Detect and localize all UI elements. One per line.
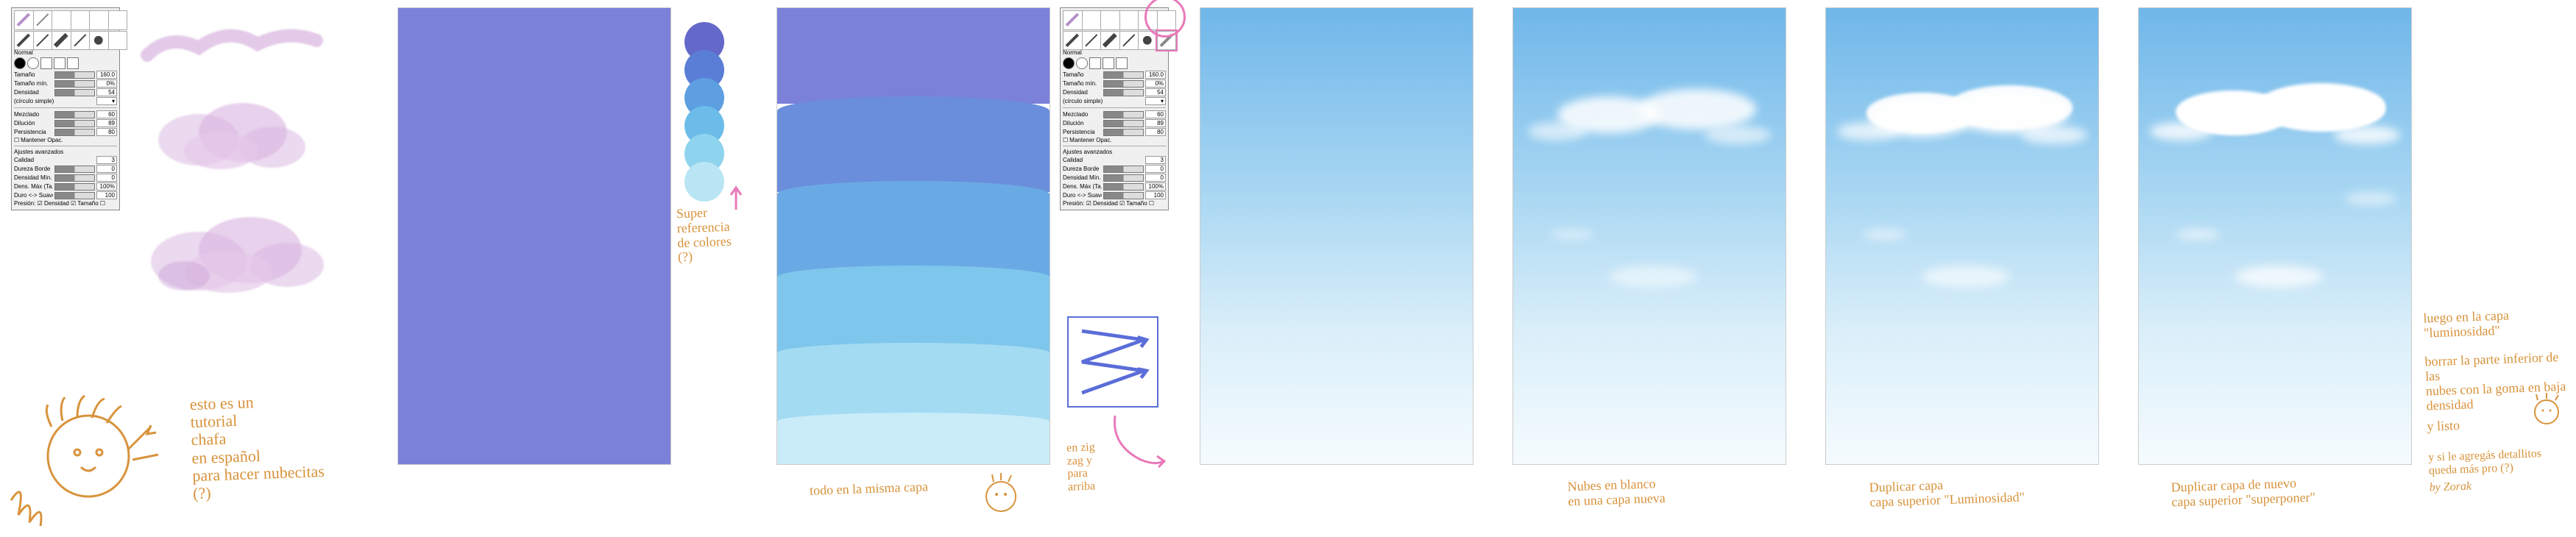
val-minsize[interactable]: 0% bbox=[96, 79, 117, 88]
slider-blend[interactable] bbox=[54, 111, 95, 118]
val-maxd[interactable]: 100% bbox=[96, 182, 117, 191]
brush-shape-circle[interactable] bbox=[14, 57, 26, 69]
chick-doodle-tiny bbox=[2524, 390, 2569, 427]
brush-preset[interactable] bbox=[33, 10, 53, 30]
lbl-keep: Mantener Opac. bbox=[21, 137, 117, 143]
lbl-q: Calidad bbox=[14, 157, 95, 163]
brush-settings-panel-2: Normal Tamaño160.0 Tamaño mín.0% Densida… bbox=[1060, 7, 1169, 210]
brush-shape[interactable] bbox=[40, 57, 52, 69]
lbl-density: Densidad bbox=[14, 89, 53, 96]
canvas-sky-clouds-3 bbox=[2138, 7, 2412, 465]
canvas-sky-clouds-2 bbox=[1825, 7, 2099, 465]
brush-preset[interactable] bbox=[108, 31, 128, 51]
arrow-curve-icon bbox=[1104, 408, 1170, 474]
brush-preset[interactable] bbox=[1063, 10, 1083, 30]
lbl-maxd: Dens. Máx (Ta...) bbox=[14, 183, 53, 190]
slider-pers[interactable] bbox=[54, 129, 95, 136]
swatch bbox=[684, 162, 724, 202]
annotation-final-2: y si le agregás detallitos queda más pro… bbox=[2428, 447, 2576, 495]
lbl-pers: Persistencia bbox=[14, 129, 53, 135]
slider-dil[interactable] bbox=[54, 120, 95, 127]
lbl-edge: Dureza Borde bbox=[14, 166, 53, 172]
slider-density[interactable] bbox=[54, 89, 95, 96]
brush-shape[interactable] bbox=[54, 57, 66, 69]
val-hs[interactable]: 100 bbox=[96, 191, 117, 199]
brush-preset[interactable] bbox=[1100, 31, 1120, 51]
brush-sample-cloud-2 bbox=[140, 210, 331, 298]
lbl-minsize: Tamaño mín. bbox=[14, 80, 53, 87]
slider-size[interactable] bbox=[54, 71, 95, 79]
annotation-white-clouds: Nubes en blanco en una capa nueva bbox=[1567, 477, 1666, 509]
canvas-sky-gradient bbox=[1200, 7, 1473, 465]
brush-preset[interactable] bbox=[89, 31, 109, 51]
val-pers[interactable]: 80 bbox=[96, 128, 117, 136]
brush-preset[interactable] bbox=[89, 10, 109, 30]
annotation-zigzag: en zig zag y para arriba bbox=[1066, 441, 1097, 494]
val-q[interactable]: 3 bbox=[96, 156, 117, 164]
annotation-same-layer: todo en la misma capa bbox=[810, 480, 929, 498]
brush-settings-panel-1: Normal Tamaño 160.0 Tamaño mín. 0% Densida… bbox=[11, 7, 120, 210]
brush-preset[interactable] bbox=[1082, 31, 1102, 51]
brush-preset-grid bbox=[14, 10, 117, 47]
highlight-circle bbox=[1144, 0, 1186, 38]
val-dil[interactable]: 89 bbox=[96, 119, 117, 127]
brush-sample-stroke bbox=[140, 18, 324, 77]
val-mind[interactable]: 0 bbox=[96, 174, 117, 182]
annotation-intro: esto es un tutorial chafa en español par… bbox=[190, 391, 326, 502]
brush-preset[interactable] bbox=[71, 31, 91, 51]
lbl-size: Tamaño bbox=[14, 71, 53, 78]
lbl-mind: Densidad Mín. bbox=[14, 174, 53, 181]
lbl-simple: (círculo simple) bbox=[14, 98, 95, 104]
lbl-adv: Ajustes avanzados bbox=[14, 149, 117, 155]
brush-preset[interactable] bbox=[1119, 31, 1139, 51]
brush-preset[interactable] bbox=[52, 31, 71, 51]
brush-preset[interactable] bbox=[33, 31, 53, 51]
brush-preset[interactable] bbox=[14, 31, 34, 51]
brush-preset[interactable] bbox=[1100, 10, 1120, 30]
val-size[interactable]: 160.0 bbox=[96, 71, 117, 79]
brush-shape[interactable] bbox=[67, 57, 79, 69]
brush-preset[interactable] bbox=[71, 10, 91, 30]
canvas-sky-clouds-1 bbox=[1512, 7, 1786, 465]
annotation-dup2: Duplicar capa de nuevo capa superior "su… bbox=[2170, 476, 2315, 510]
brush-shape-row bbox=[14, 57, 117, 69]
brush-shape[interactable] bbox=[27, 57, 39, 69]
chick-doodle-small bbox=[979, 471, 1023, 515]
chick-doodle bbox=[7, 390, 191, 537]
lbl-pressure: Presión: ☑ Densidad ☑ Tamaño ☐ bbox=[14, 200, 117, 207]
annotation-color-ref: Super referencia de colores (?) bbox=[676, 205, 732, 266]
val-density[interactable]: 54 bbox=[96, 88, 117, 96]
lbl-blend: Mezclado bbox=[14, 111, 53, 118]
canvas-color-bands bbox=[776, 7, 1050, 465]
val-edge[interactable]: 0 bbox=[96, 165, 117, 173]
brush-preset[interactable] bbox=[14, 10, 34, 30]
brush-preset[interactable] bbox=[1082, 10, 1102, 30]
lbl-dil: Dilución bbox=[14, 120, 53, 127]
zigzag-diagram bbox=[1067, 316, 1158, 408]
annotation-dup1: Duplicar capa capa superior "Luminosidad… bbox=[1869, 475, 2025, 510]
brush-preset[interactable] bbox=[1119, 10, 1139, 30]
brush-sample-cloud bbox=[147, 96, 316, 177]
lbl-hs: Duro <-> Suave bbox=[14, 192, 53, 199]
slider-minsize[interactable] bbox=[54, 80, 95, 88]
color-swatch-column bbox=[684, 22, 724, 190]
canvas-flat-base bbox=[397, 7, 671, 465]
brush-preset[interactable] bbox=[1063, 31, 1083, 51]
arrow-up-icon bbox=[725, 184, 747, 213]
blend-mode[interactable]: Normal bbox=[14, 49, 33, 56]
brush-preset[interactable] bbox=[108, 10, 128, 30]
brush-preset[interactable] bbox=[52, 10, 71, 30]
val-blend[interactable]: 60 bbox=[96, 110, 117, 118]
